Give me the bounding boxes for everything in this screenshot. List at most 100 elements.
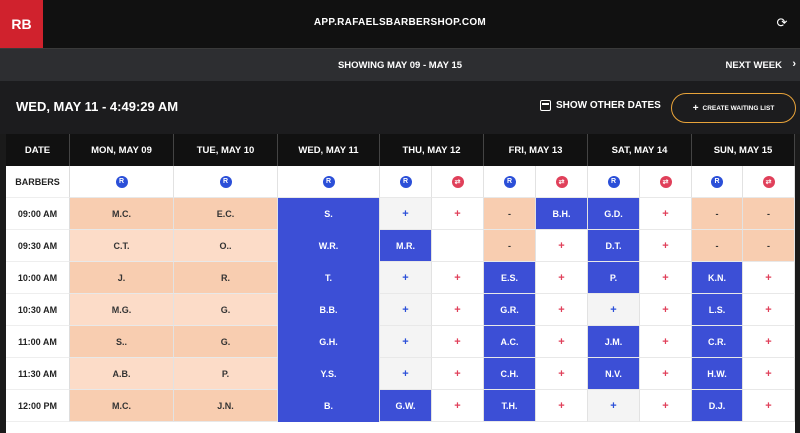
create-waiting-list-label: CREATE WAITING LIST: [702, 104, 775, 112]
add-slot-button[interactable]: +: [640, 294, 692, 326]
booking-slot[interactable]: L.S.: [692, 294, 743, 326]
barber-swap-badge[interactable]: ⇄: [659, 175, 672, 188]
slot-label: L.S.: [708, 304, 726, 315]
plus-icon: +: [402, 367, 409, 380]
booking-slot[interactable]: M.R.: [380, 230, 432, 262]
add-slot-button[interactable]: +: [432, 358, 484, 390]
barber-swap-badge[interactable]: ⇄: [762, 175, 775, 188]
barber-r-badge[interactable]: R: [503, 175, 516, 188]
add-slot-button[interactable]: +: [432, 198, 484, 230]
add-slot-button[interactable]: +: [380, 262, 432, 294]
add-slot-button[interactable]: +: [536, 390, 588, 422]
add-slot-button[interactable]: +: [640, 230, 692, 262]
booking-slot[interactable]: J.M.: [588, 326, 640, 358]
past-booking-slot: J.: [70, 262, 174, 294]
booking-slot[interactable]: T.H.: [484, 390, 536, 422]
day-header: WED, MAY 11: [278, 134, 380, 166]
booking-slot[interactable]: G.R.: [484, 294, 536, 326]
unavailable-slot: -: [484, 198, 536, 230]
unavailable-slot: -: [692, 198, 743, 230]
booking-slot[interactable]: W.R.: [278, 230, 380, 262]
top-bar: RB APP.RAFAELSBARBERSHOP.COM ⟳: [0, 0, 800, 48]
barber-r-badge[interactable]: R: [219, 175, 232, 188]
barber-r-badge[interactable]: R: [711, 175, 723, 188]
barber-swap-badge[interactable]: ⇄: [451, 175, 464, 188]
booking-slot[interactable]: A.C.: [484, 326, 536, 358]
barber-r-badge[interactable]: R: [607, 175, 620, 188]
plus-icon: +: [765, 335, 772, 348]
booking-slot[interactable]: Y.S.: [278, 358, 380, 390]
add-slot-button[interactable]: +: [536, 326, 588, 358]
barber-r-badge[interactable]: R: [322, 175, 335, 188]
add-slot-button[interactable]: +: [640, 198, 692, 230]
booking-slot[interactable]: E.S.: [484, 262, 536, 294]
booking-slot[interactable]: D.T.: [588, 230, 640, 262]
booking-slot[interactable]: S.: [278, 198, 380, 230]
add-slot-button[interactable]: +: [640, 358, 692, 390]
add-slot-button[interactable]: +: [640, 262, 692, 294]
slot-label: K.N.: [708, 272, 726, 283]
booking-slot[interactable]: C.H.: [484, 358, 536, 390]
add-slot-button[interactable]: +: [640, 390, 692, 422]
slot-label: -: [715, 240, 719, 251]
add-slot-button[interactable]: +: [536, 358, 588, 390]
week-bar: SHOWING MAY 09 - MAY 15 NEXT WEEK ›: [0, 48, 800, 81]
show-other-dates-button[interactable]: SHOW OTHER DATES: [540, 100, 661, 111]
booking-slot[interactable]: B.B.: [278, 294, 380, 326]
time-label: 11:30 AM: [6, 358, 70, 390]
add-slot-button[interactable]: +: [380, 294, 432, 326]
barber-r-badge[interactable]: R: [399, 175, 412, 188]
barber-cell: R: [278, 166, 380, 198]
barber-cell: ⇄: [536, 166, 588, 198]
plus-icon: +: [558, 399, 565, 412]
next-week-button[interactable]: NEXT WEEK: [726, 60, 782, 71]
booking-slot[interactable]: K.N.: [692, 262, 743, 294]
past-booking-slot: O..: [174, 230, 278, 262]
booking-slot[interactable]: C.R.: [692, 326, 743, 358]
add-slot-button[interactable]: +: [536, 294, 588, 326]
add-slot-button[interactable]: +: [536, 230, 588, 262]
plus-icon: +: [454, 207, 461, 220]
booking-slot[interactable]: B.H.: [536, 198, 588, 230]
booking-slot[interactable]: G.D.: [588, 198, 640, 230]
time-label: 11:00 AM: [6, 326, 70, 358]
chevron-right-icon[interactable]: ›: [792, 58, 796, 70]
add-slot-button[interactable]: +: [536, 262, 588, 294]
create-waiting-list-button[interactable]: + CREATE WAITING LIST: [671, 93, 796, 123]
add-slot-button[interactable]: +: [380, 198, 432, 230]
refresh-icon[interactable]: ⟳: [774, 15, 790, 31]
booking-slot[interactable]: T.: [278, 262, 380, 294]
booking-slot[interactable]: G.H.: [278, 326, 380, 358]
barber-r-badge[interactable]: R: [115, 175, 128, 188]
current-datetime: WED, MAY 11 - 4:49:29 AM: [16, 99, 179, 114]
add-slot-button[interactable]: +: [432, 262, 484, 294]
add-slot-button[interactable]: +: [743, 294, 795, 326]
past-booking-slot: A.B.: [70, 358, 174, 390]
add-slot-button[interactable]: +: [640, 326, 692, 358]
unavailable-slot: -: [743, 198, 795, 230]
booking-slot[interactable]: N.V.: [588, 358, 640, 390]
slot-label: T.H.: [501, 400, 518, 411]
add-slot-button[interactable]: +: [432, 326, 484, 358]
add-slot-button[interactable]: +: [743, 326, 795, 358]
add-slot-button[interactable]: +: [380, 326, 432, 358]
day-header: MON, MAY 09: [70, 134, 174, 166]
add-slot-button[interactable]: +: [432, 294, 484, 326]
add-slot-button[interactable]: +: [743, 358, 795, 390]
add-slot-button[interactable]: +: [432, 390, 484, 422]
add-slot-button[interactable]: +: [588, 390, 640, 422]
slot-label: G.R.: [500, 304, 519, 315]
add-slot-button[interactable]: +: [588, 294, 640, 326]
barber-swap-badge[interactable]: ⇄: [555, 175, 568, 188]
slot-label: B.H.: [552, 208, 571, 219]
add-slot-button[interactable]: +: [743, 262, 795, 294]
booking-slot[interactable]: G.W.: [380, 390, 432, 422]
add-slot-button[interactable]: +: [380, 358, 432, 390]
unavailable-slot: -: [743, 230, 795, 262]
booking-slot[interactable]: D.J.: [692, 390, 743, 422]
add-slot-button[interactable]: +: [743, 390, 795, 422]
past-booking-slot: S..: [70, 326, 174, 358]
booking-slot[interactable]: P.: [588, 262, 640, 294]
booking-slot[interactable]: B.: [278, 390, 380, 422]
booking-slot[interactable]: H.W.: [692, 358, 743, 390]
